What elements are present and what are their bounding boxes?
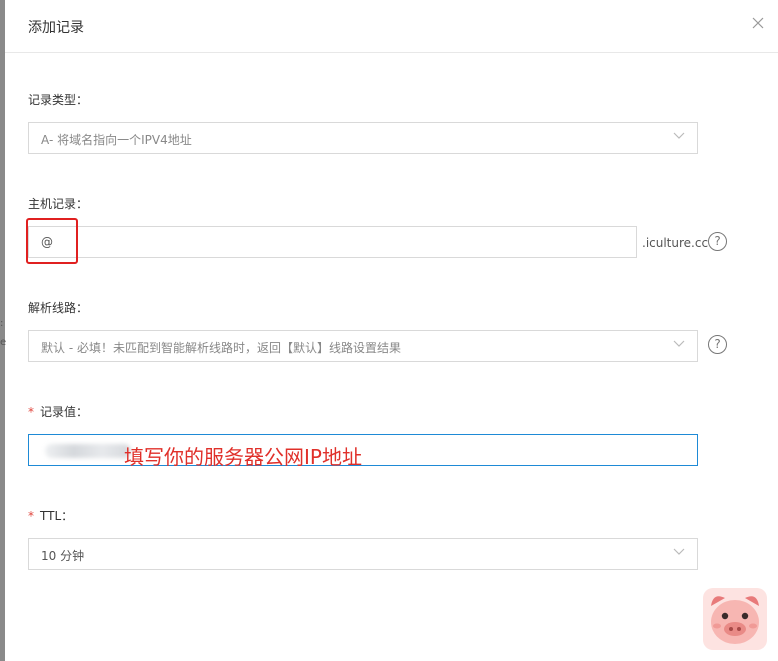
- chevron-down-icon: [673, 548, 685, 555]
- close-icon[interactable]: [752, 17, 764, 29]
- ttl-value: 10 分钟: [41, 549, 85, 563]
- resolution-line-select[interactable]: 默认 - 必填！未匹配到智能解析线路时，返回【默认】线路设置结果: [28, 330, 698, 362]
- resolution-line-value: 默认 - 必填！未匹配到智能解析线路时，返回【默认】线路设置结果: [41, 341, 401, 355]
- ttl-select[interactable]: 10 分钟: [28, 538, 698, 570]
- record-value-annotation: 填写你的服务器公网IP地址: [124, 445, 362, 469]
- record-type-select[interactable]: A- 将域名指向一个IPV4地址: [28, 122, 698, 154]
- domain-suffix: .iculture.cc: [642, 236, 709, 250]
- ttl-label-text: TTL：: [40, 509, 74, 523]
- background-fragment: e: [0, 337, 7, 348]
- required-mark: *: [28, 405, 34, 419]
- record-value-label-text: 记录值：: [40, 405, 89, 419]
- question-circle-icon[interactable]: ?: [708, 232, 727, 251]
- pig-mascot-icon[interactable]: [703, 588, 767, 650]
- close-icon[interactable]: [752, 14, 764, 34]
- resolution-line-label: 解析线路：: [28, 301, 89, 315]
- chevron-down-icon: [673, 132, 685, 139]
- host-record-input[interactable]: @: [28, 226, 637, 258]
- record-type-label: 记录类型：: [28, 93, 89, 107]
- dialog-header: 添加记录: [5, 0, 778, 53]
- background-page-edge: [0, 0, 5, 661]
- chevron-down-icon: [673, 340, 685, 347]
- ttl-label: * TTL：: [28, 507, 73, 524]
- record-type-value: A- 将域名指向一个IPV4地址: [41, 133, 192, 147]
- redacted-ip-value: [45, 444, 131, 458]
- background-fragment: :: [0, 318, 4, 329]
- required-mark: *: [28, 509, 34, 523]
- record-value-label: * 记录值：: [28, 403, 88, 420]
- dialog-title: 添加记录: [28, 20, 84, 36]
- host-record-label: 主机记录：: [28, 197, 89, 211]
- question-circle-icon[interactable]: ?: [708, 335, 727, 354]
- highlight-annotation-box: [26, 218, 78, 264]
